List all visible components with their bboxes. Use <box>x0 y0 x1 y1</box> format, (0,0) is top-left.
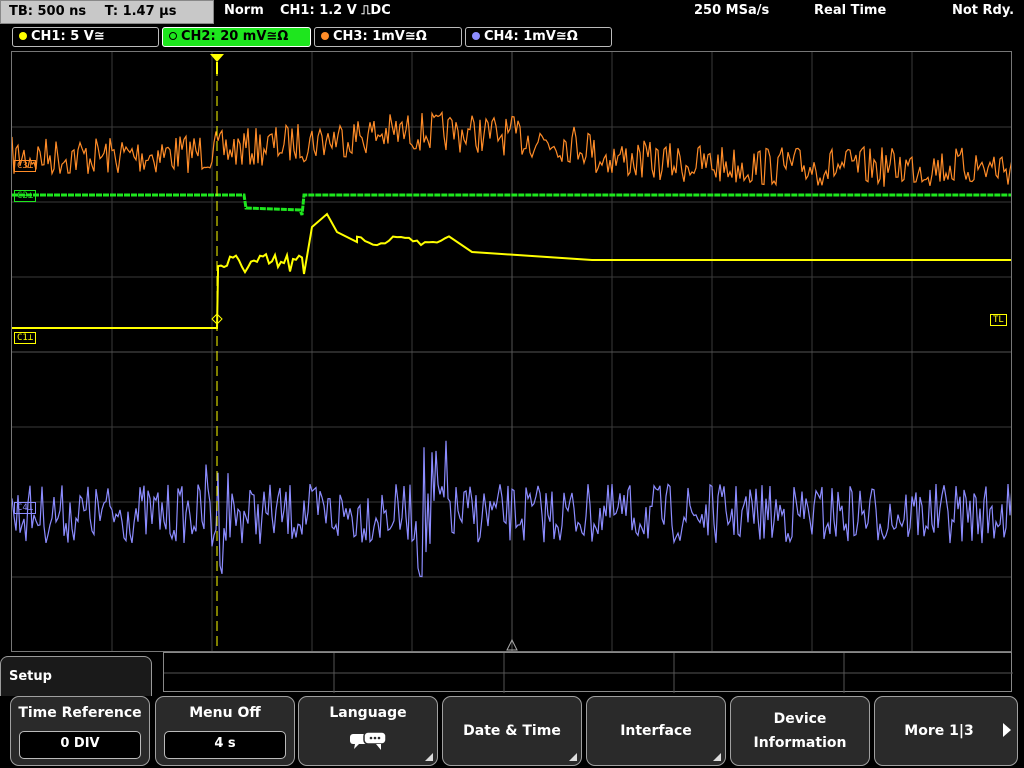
date-time-softkey[interactable]: Date & Time <box>442 696 582 766</box>
channel-3-dot-icon <box>321 32 329 40</box>
channel-1-label: CH1: 5 V≅ <box>31 29 105 44</box>
channel-4-dot-icon <box>472 32 480 40</box>
language-softkey[interactable]: Language <box>298 696 438 766</box>
menu-off-softkey[interactable]: Menu Off 4 s <box>155 696 295 766</box>
date-time-label: Date & Time <box>463 723 561 739</box>
channel-1-offset-marker[interactable]: C1⊥ <box>14 332 37 344</box>
menu-title: Setup <box>0 656 152 696</box>
timebase-box[interactable]: TB: 500 ns T: 1.47 µs <box>0 0 214 24</box>
submenu-corner-icon <box>569 753 577 761</box>
trigger-level-marker[interactable]: TL <box>990 314 1007 326</box>
device-information-softkey[interactable]: Device Information <box>730 696 870 766</box>
channel-bar: CH1: 5 V≅ CH2: 20 mV≅Ω CH3: 1mV≅Ω CH4: 1… <box>0 27 1024 49</box>
more-label: More 1|3 <box>904 723 974 739</box>
channel-4-offset-marker[interactable]: C4⊥ <box>14 502 37 514</box>
language-label: Language <box>329 705 407 721</box>
time-reference-label: Time Reference <box>18 705 142 721</box>
time-reference-softkey[interactable]: Time Reference 0 DIV <box>10 696 150 766</box>
channel-2-label: CH2: 20 mV≅Ω <box>181 29 289 44</box>
waveform-display[interactable]: C3⊥ C2⊥ C1⊥ C4⊥ TL <box>11 51 1012 652</box>
info-grid <box>163 652 1013 693</box>
channel-1-dot-icon <box>19 32 27 40</box>
time-reference-value: 0 DIV <box>19 731 141 759</box>
trigger-time-value: T: 1.47 µs <box>104 4 177 19</box>
status-bar: TB: 500 ns T: 1.47 µs Norm CH1: 1.2 V ⎍D… <box>0 0 1024 26</box>
interface-label: Interface <box>620 723 692 739</box>
info-grid-lines <box>164 653 1013 693</box>
channel-3-offset-marker[interactable]: C3⊥ <box>14 160 37 172</box>
more-softkey[interactable]: More 1|3 <box>874 696 1018 766</box>
menu-off-value: 4 s <box>164 731 286 759</box>
trigger-mode[interactable]: Norm <box>224 3 264 18</box>
trigger-info[interactable]: CH1: 1.2 V ⎍DC <box>280 3 391 18</box>
menu-off-label: Menu Off <box>189 705 261 721</box>
channel-4-label: CH4: 1mV≅Ω <box>484 29 578 44</box>
waveform-svg <box>12 52 1011 651</box>
channel-2-dot-icon <box>169 32 177 40</box>
interface-softkey[interactable]: Interface <box>586 696 726 766</box>
channel-3-tab[interactable]: CH3: 1mV≅Ω <box>314 27 462 47</box>
submenu-corner-icon <box>713 753 721 761</box>
channel-4-tab[interactable]: CH4: 1mV≅Ω <box>465 27 612 47</box>
submenu-corner-icon <box>425 753 433 761</box>
acquisition-mode: Real Time <box>814 3 887 18</box>
acquisition-state: Not Rdy. <box>952 3 1015 18</box>
chevron-right-icon <box>1003 723 1011 737</box>
device-information-label-1: Device <box>773 711 827 727</box>
channel-3-label: CH3: 1mV≅Ω <box>333 29 427 44</box>
channel-1-tab[interactable]: CH1: 5 V≅ <box>12 27 159 47</box>
device-information-label-2: Information <box>753 735 847 751</box>
channel-2-tab[interactable]: CH2: 20 mV≅Ω <box>162 27 311 47</box>
timebase-value: TB: 500 ns <box>9 4 87 19</box>
sample-rate: 250 MSa/s <box>694 3 770 18</box>
channel-2-offset-marker[interactable]: C2⊥ <box>14 190 37 202</box>
speech-bubbles-icon <box>350 731 387 750</box>
